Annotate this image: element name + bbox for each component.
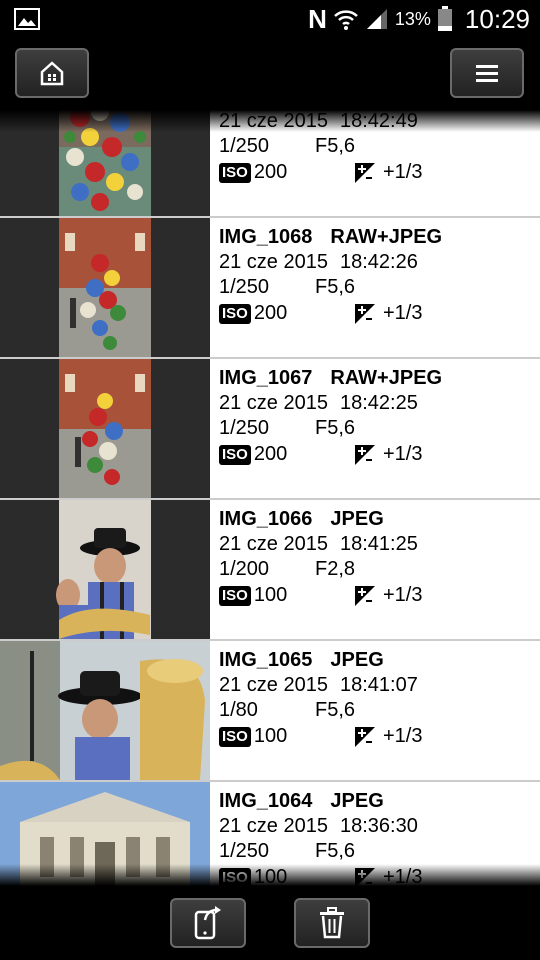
photo-row[interactable]: 21 cze 2015 18:42:49 1/250 F5,6 ISO 200 +1/… [0,110,540,218]
shutter-speed: 1/250 [219,417,270,439]
exposure-value: +1/3 [383,443,423,466]
photo-format: JPEG [330,508,384,530]
photo-filename: IMG_1068 [219,226,313,248]
shutter-speed: 1/80 [219,699,258,721]
photo-time: 18:41:07 [339,674,418,696]
iso-icon: ISO [219,303,251,324]
photo-thumbnail[interactable] [0,110,210,216]
exposure-compensation-icon [355,303,375,324]
exposure-compensation-icon [355,162,375,183]
photo-date: 21 cze 2015 [219,251,328,273]
image-icon [14,8,40,30]
iso-value: 200 [253,302,288,325]
exposure-compensation-icon [355,867,375,886]
send-to-phone-button[interactable] [170,898,246,948]
battery-percent: 13% [394,8,431,29]
clock: 10:29 [464,3,530,34]
iso-icon: ISO [219,444,251,465]
iso-value: 100 [253,584,288,607]
photo-row[interactable]: IMG_1066 JPEG 21 cze 2015 18:41:25 1/200 F2… [0,500,540,641]
musician-portrait-thumbnail-image [56,500,151,639]
home-button[interactable] [15,48,89,98]
photo-format: JPEG [330,790,384,812]
exposure-value: +1/3 [383,866,423,886]
aperture: F5,6 [315,840,356,862]
bottom-bar [0,886,540,960]
photo-time: 18:36:30 [339,815,418,837]
iso-icon: ISO [219,867,251,886]
iso-value: 200 [253,161,288,184]
shutter-speed: 1/250 [219,276,270,298]
photo-row[interactable]: IMG_1067 RAW+JPEG 21 cze 2015 18:42:25 1/2… [0,359,540,500]
photo-time: 18:42:49 [339,110,418,132]
aperture: F5,6 [315,135,356,157]
exposure-value: +1/3 [383,725,423,748]
iso-value: 100 [253,866,288,886]
photo-thumbnail[interactable] [0,782,210,886]
exposure-value: +1/3 [383,302,423,325]
photo-date: 21 cze 2015 [219,392,328,414]
photo-date: 21 cze 2015 [219,533,328,555]
wifi-icon [334,10,358,30]
photo-thumbnail[interactable] [0,359,210,498]
iso-icon: ISO [219,585,251,606]
aperture: F2,8 [315,558,356,580]
photo-time: 18:41:25 [339,533,418,555]
top-bar [0,38,540,110]
photo-date: 21 cze 2015 [219,815,328,837]
flowers-thumbnail-image [59,110,151,216]
iso-value: 200 [253,443,288,466]
menu-button[interactable] [450,48,524,98]
photo-time: 18:42:25 [339,392,418,414]
nfc-icon: N [308,4,327,34]
photo-thumbnail[interactable] [0,218,210,357]
trash-icon [320,907,344,939]
building-thumbnail-image [0,782,210,886]
photo-row[interactable]: IMG_1068 RAW+JPEG 21 cze 2015 18:42:26 1/2… [0,218,540,359]
exposure-value: +1/3 [383,161,423,184]
home-icon [40,61,64,86]
photo-thumbnail[interactable] [0,641,210,780]
photo-list[interactable]: 21 cze 2015 18:42:49 1/250 F5,6 ISO 200 +1/… [0,110,540,886]
photo-date: 21 cze 2015 [219,110,328,132]
flowers-square-thumbnail-image [59,359,151,498]
delete-button[interactable] [294,898,370,948]
photo-date: 21 cze 2015 [219,674,328,696]
exposure-compensation-icon [355,726,375,747]
photo-row[interactable]: IMG_1064 JPEG 21 cze 2015 18:36:30 1/250 F5… [0,782,540,886]
status-bar: N 13% 10:29 [0,0,540,38]
shutter-speed: 1/200 [219,558,270,580]
menu-icon [476,65,498,82]
signal-icon [366,9,387,29]
iso-icon: ISO [219,162,251,183]
shutter-speed: 1/250 [219,840,270,862]
flowers-square-thumbnail-image [59,218,151,357]
photo-filename: IMG_1065 [219,649,313,671]
exposure-value: +1/3 [383,584,423,607]
photo-filename: IMG_1064 [219,790,313,812]
aperture: F5,6 [315,417,356,439]
photo-row[interactable]: IMG_1065 JPEG 21 cze 2015 18:41:07 1/80 F5,… [0,641,540,782]
photo-filename: IMG_1067 [219,367,313,389]
exposure-compensation-icon [355,444,375,465]
shutter-speed: 1/250 [219,135,270,157]
iso-icon: ISO [219,726,251,747]
battery-icon [437,6,452,31]
send-to-phone-icon [194,906,221,940]
photo-thumbnail[interactable] [0,500,210,639]
aperture: F5,6 [315,276,356,298]
aperture: F5,6 [315,699,356,721]
photo-filename: IMG_1066 [219,508,313,530]
photo-format: RAW+JPEG [330,367,443,389]
exposure-compensation-icon [355,585,375,606]
photo-format: RAW+JPEG [330,226,443,248]
iso-value: 100 [253,725,288,748]
musician-wide-thumbnail-image [0,641,210,780]
photo-format: JPEG [330,649,384,671]
photo-time: 18:42:26 [339,251,418,273]
